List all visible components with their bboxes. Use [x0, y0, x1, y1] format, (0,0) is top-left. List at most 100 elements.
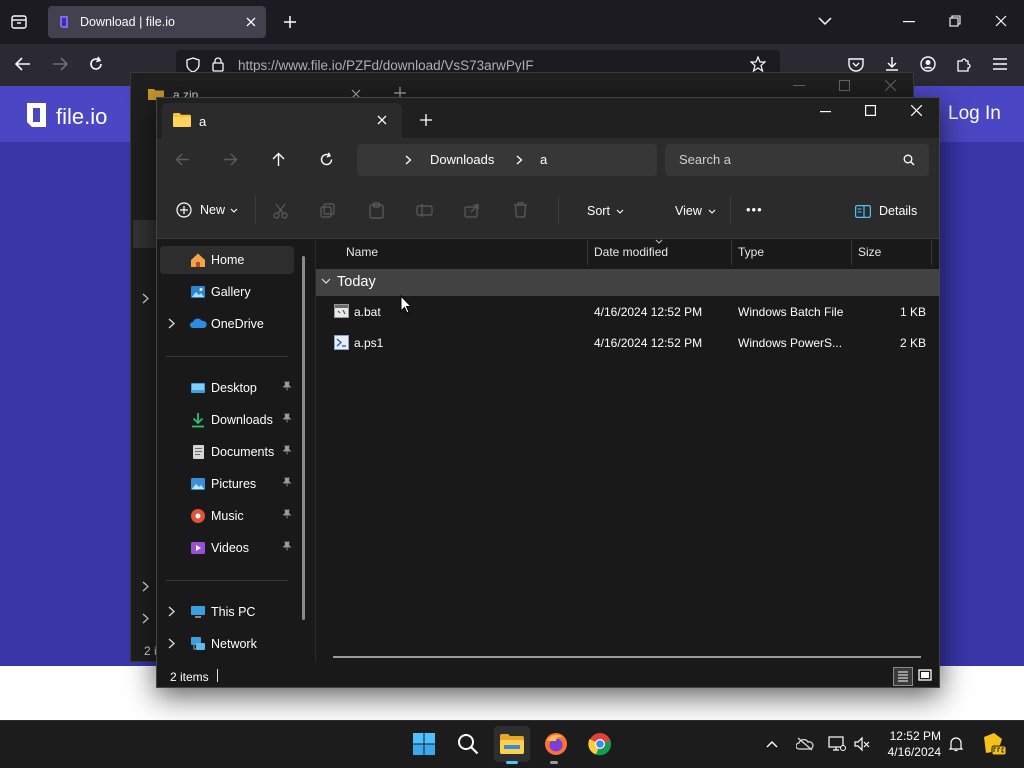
paste-icon[interactable]	[369, 202, 384, 219]
nav-this-pc[interactable]: This PC	[160, 598, 294, 626]
site-logo-text[interactable]: file.io	[56, 104, 107, 130]
browser-tab[interactable]: Download | file.io	[48, 6, 266, 38]
fileio-logo-icon[interactable]	[24, 102, 49, 128]
nav-downloads[interactable]: Downloads	[160, 406, 294, 434]
browser-tab-title: Download | file.io	[80, 15, 175, 29]
reload-icon[interactable]	[88, 56, 104, 72]
back-arrow-icon[interactable]	[15, 57, 31, 71]
collapse-chevron-icon[interactable]	[321, 278, 331, 285]
forward-arrow-icon[interactable]	[223, 153, 238, 166]
breadcrumb-a[interactable]: a	[540, 152, 547, 167]
more-options-button[interactable]: •••	[746, 202, 763, 217]
bg-expand-chevron-icon[interactable]	[142, 293, 150, 304]
new-button[interactable]: New	[176, 202, 238, 218]
share-icon[interactable]	[464, 203, 480, 218]
preview-build-badge-icon[interactable]	[980, 731, 1006, 757]
notification-bell-icon[interactable]	[949, 736, 963, 752]
up-arrow-icon[interactable]	[272, 152, 285, 167]
refresh-icon[interactable]	[319, 152, 334, 167]
close-tab-icon[interactable]	[246, 17, 256, 27]
maximize-icon[interactable]	[865, 105, 876, 116]
account-icon[interactable]	[920, 56, 936, 72]
column-separator[interactable]	[851, 240, 852, 265]
explorer-tab[interactable]	[162, 103, 402, 138]
extensions-puzzle-icon[interactable]	[956, 56, 972, 72]
nav-desktop[interactable]: Desktop	[160, 374, 294, 402]
forward-arrow-icon[interactable]	[52, 57, 68, 71]
tracking-shield-icon[interactable]	[186, 57, 200, 73]
rename-icon[interactable]	[416, 203, 433, 218]
cut-icon[interactable]	[273, 203, 288, 219]
column-header-type[interactable]: Type	[738, 245, 764, 259]
minimize-icon[interactable]	[820, 111, 831, 113]
nav-pictures[interactable]: Pictures	[160, 470, 294, 498]
taskbar-chrome-icon[interactable]	[582, 726, 618, 762]
network-monitor-icon[interactable]	[828, 736, 846, 752]
show-hidden-icons-chevron-icon[interactable]	[766, 740, 778, 748]
sort-button[interactable]: Sort	[587, 204, 624, 218]
bg-maximize-icon[interactable]	[839, 80, 850, 91]
group-header-today[interactable]	[316, 269, 939, 296]
pin-icon	[282, 413, 292, 423]
nav-onedrive[interactable]: OneDrive	[160, 310, 294, 338]
close-tab-icon[interactable]	[377, 115, 387, 125]
browser-restore-icon[interactable]	[949, 15, 961, 27]
back-arrow-icon[interactable]	[175, 153, 190, 166]
breadcrumb-downloads[interactable]: Downloads	[430, 152, 494, 167]
nav-network[interactable]: Network	[160, 630, 294, 658]
breadcrumb[interactable]: Downloads a	[357, 144, 657, 176]
hamburger-menu-icon[interactable]	[993, 58, 1007, 70]
browser-close-icon[interactable]	[995, 15, 1007, 27]
column-separator[interactable]	[731, 240, 732, 265]
speaker-muted-icon[interactable]	[854, 736, 870, 752]
bg-expand-chevron-icon[interactable]	[142, 613, 150, 624]
clock-time[interactable]: 12:52 PM	[870, 729, 941, 743]
nav-music-label: Music	[211, 509, 244, 523]
clock-date[interactable]: 4/16/2024	[870, 745, 941, 759]
list-all-tabs-chevron-icon[interactable]	[818, 16, 832, 26]
nav-home[interactable]: Home	[160, 246, 294, 274]
browser-minimize-icon[interactable]	[903, 21, 915, 23]
search-icon[interactable]	[903, 154, 915, 166]
details-view-button[interactable]	[893, 667, 913, 686]
nav-gallery[interactable]: Gallery	[160, 278, 294, 306]
view-button[interactable]: View	[675, 204, 716, 218]
downloads-icon[interactable]	[884, 56, 900, 72]
nav-scrollbar[interactable]	[302, 256, 305, 620]
search-input[interactable]: Search a	[665, 144, 929, 176]
column-separator[interactable]	[587, 240, 588, 265]
delete-icon[interactable]	[513, 202, 528, 218]
bg-close-icon[interactable]	[885, 80, 896, 91]
taskbar-file-explorer-icon[interactable]	[494, 726, 530, 762]
column-header-date[interactable]: Date modified	[594, 245, 668, 259]
close-window-icon[interactable]	[911, 105, 922, 116]
bg-nav-selection	[133, 220, 157, 248]
tab-list-icon[interactable]	[10, 13, 28, 31]
windows-start-icon[interactable]	[406, 726, 442, 762]
taskbar-search-icon[interactable]	[450, 726, 486, 762]
bg-expand-chevron-icon[interactable]	[142, 581, 150, 592]
batch-file-icon	[334, 304, 349, 318]
nav-music[interactable]: Music	[160, 502, 294, 530]
column-header-name[interactable]: Name	[346, 245, 378, 259]
column-header-size[interactable]: Size	[858, 245, 881, 259]
large-icons-view-button[interactable]	[916, 667, 936, 686]
breadcrumb-chevron-icon[interactable]	[405, 155, 412, 165]
breadcrumb-chevron-icon[interactable]	[516, 155, 523, 165]
nav-videos[interactable]: Videos	[160, 534, 294, 562]
view-label: View	[675, 204, 702, 218]
horizontal-scrollbar[interactable]	[333, 656, 921, 658]
lock-icon[interactable]	[212, 57, 224, 72]
login-link[interactable]: Log In	[948, 103, 1001, 125]
pocket-icon[interactable]	[848, 57, 864, 72]
bookmark-star-icon[interactable]	[750, 56, 766, 72]
bg-minimize-icon[interactable]	[793, 85, 805, 87]
details-pane-button[interactable]: Details	[855, 204, 917, 218]
onedrive-offline-icon[interactable]	[796, 737, 814, 751]
copy-icon[interactable]	[320, 203, 335, 218]
new-tab-icon[interactable]	[420, 114, 432, 126]
column-separator[interactable]	[931, 240, 932, 265]
nav-documents[interactable]: Documents	[160, 438, 294, 466]
new-tab-icon[interactable]	[282, 14, 298, 30]
taskbar-firefox-icon[interactable]	[538, 726, 574, 762]
